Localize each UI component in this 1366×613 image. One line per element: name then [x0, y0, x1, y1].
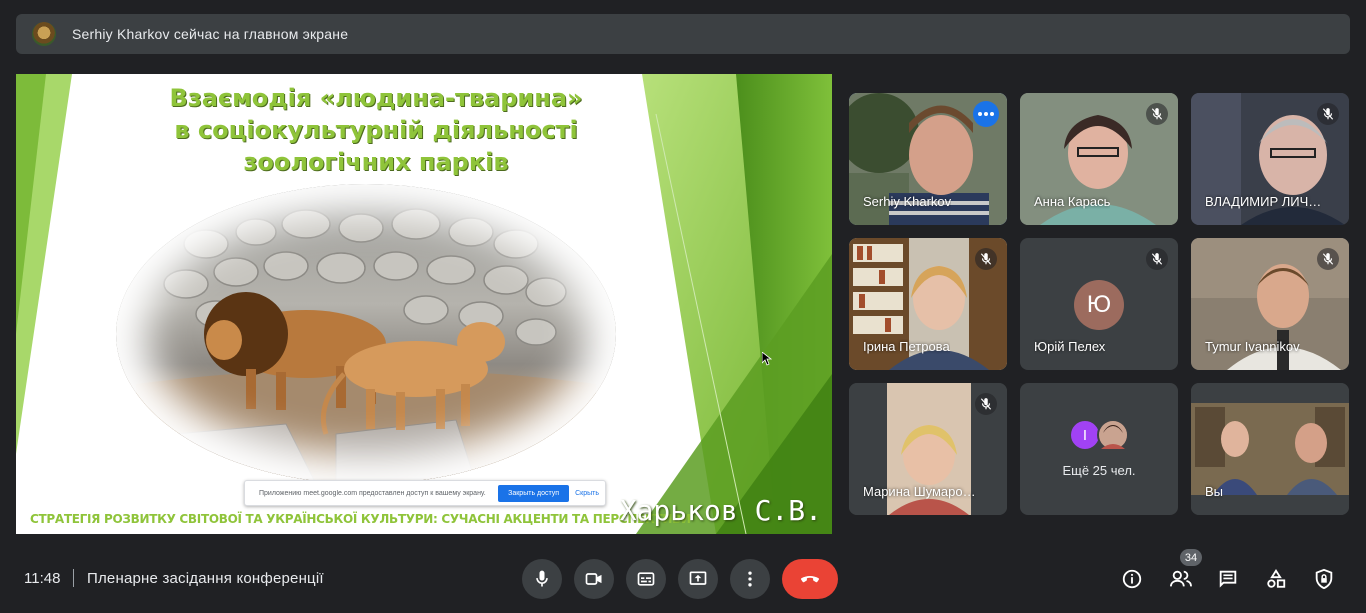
slide-author: Харьков С.В.	[619, 494, 822, 527]
people-count-badge: 34	[1180, 549, 1202, 566]
screen-share-notice: Приложению meet.google.com предоставлен …	[244, 480, 606, 506]
lions-photo	[116, 184, 616, 484]
slide-title-line-2: в соціокультурній діяльності	[174, 116, 578, 144]
chat-icon	[1219, 570, 1237, 588]
participant-name: Serhiy Kharkov	[863, 194, 952, 209]
participant-tile-maryna[interactable]: Марина Шумаро…	[849, 383, 1007, 515]
bottom-toolbar: 11:48 Пленарне засідання конференції 34	[0, 544, 1366, 613]
end-call-button[interactable]	[782, 559, 838, 599]
participant-avatar: Ю	[1074, 280, 1124, 330]
more-options-button[interactable]	[730, 559, 770, 599]
present-screen-button[interactable]	[678, 559, 718, 599]
meeting-title: Пленарне засідання конференції	[87, 570, 324, 587]
microphone-icon	[536, 570, 548, 587]
mic-off-icon	[1317, 103, 1339, 125]
self-view-tile[interactable]: Вы	[1191, 383, 1349, 515]
participant-name: Ірина Петрова	[863, 339, 950, 354]
participant-name: Юрій Пелех	[1034, 339, 1106, 354]
participant-name: Марина Шумаро…	[863, 484, 976, 499]
activities-icon	[1267, 569, 1286, 588]
presenting-banner: Serhiy Kharkov сейчас на главном экране	[16, 14, 1350, 54]
mouse-cursor-icon	[762, 352, 772, 366]
present-screen-icon	[689, 571, 707, 585]
more-vert-icon	[748, 571, 752, 587]
shield-lock-icon	[1315, 568, 1333, 590]
participant-name: Вы	[1205, 484, 1224, 499]
captions-icon	[637, 572, 655, 586]
more-options-icon[interactable]	[973, 101, 999, 127]
banner-text: Serhiy Kharkov сейчас на главном экране	[72, 26, 349, 42]
people-button[interactable]	[1166, 564, 1196, 594]
camera-icon	[585, 573, 602, 585]
host-controls-button[interactable]	[1309, 564, 1339, 594]
zoo-logo-icon	[32, 22, 56, 46]
participant-tile-serhiy[interactable]: Serhiy Kharkov	[849, 93, 1007, 225]
mic-off-icon	[975, 393, 997, 415]
participant-name: Анна Карась	[1034, 194, 1111, 209]
clock: 11:48	[24, 570, 61, 587]
captions-button[interactable]	[626, 559, 666, 599]
slide-title: Взаємодія «людина-тварина» в соціокульту…	[76, 82, 676, 178]
more-participants-avatars: I	[1020, 419, 1178, 451]
mic-off-icon	[975, 248, 997, 270]
participant-tile-anna[interactable]: Анна Карась	[1020, 93, 1178, 225]
hide-notice-link[interactable]: Скрыть	[575, 490, 599, 497]
mic-off-icon	[1146, 103, 1168, 125]
presentation-screen[interactable]: Взаємодія «людина-тварина» в соціокульту…	[16, 74, 832, 534]
participant-name: Tymur Ivannikov	[1205, 339, 1300, 354]
more-participants-count: Ещё 25 чел.	[1062, 463, 1136, 478]
participant-name: ВЛАДИМИР ЛИЧ…	[1205, 194, 1322, 209]
people-icon	[1170, 570, 1192, 587]
participant-tile-iryna[interactable]: Ірина Петрова	[849, 238, 1007, 370]
screen-share-notice-text: Приложению meet.google.com предоставлен …	[259, 489, 486, 497]
mic-off-icon	[1317, 248, 1339, 270]
activities-button[interactable]	[1261, 564, 1291, 594]
slide-footer: СТРАТЕГІЯ РОЗВИТКУ СВІТОВОЇ ТА УКРАЇНСЬК…	[30, 512, 691, 526]
meet-window: Serhiy Kharkov сейчас на главном экране	[0, 0, 1366, 613]
meeting-details-button[interactable]	[1117, 564, 1147, 594]
stop-sharing-button[interactable]: Закрыть доступ	[498, 484, 570, 502]
divider	[73, 569, 74, 587]
participant-tile-yuriy[interactable]: Ю Юрій Пелех	[1020, 238, 1178, 370]
hang-up-icon	[801, 576, 819, 583]
slide-title-line-3: зоологічних парків	[243, 148, 509, 176]
participant-tile-vladimir[interactable]: ВЛАДИМИР ЛИЧ…	[1191, 93, 1349, 225]
camera-button[interactable]	[574, 559, 614, 599]
mic-off-icon	[1146, 248, 1168, 270]
participant-tile-tymur[interactable]: Tymur Ivannikov	[1191, 238, 1349, 370]
slide-title-line-1: Взаємодія «людина-тварина»	[169, 84, 583, 112]
more-participants-tile[interactable]: I Ещё 25 чел.	[1020, 383, 1178, 515]
info-icon	[1122, 569, 1142, 589]
chat-button[interactable]	[1213, 564, 1243, 594]
participant-avatar-photo	[1097, 419, 1129, 451]
microphone-button[interactable]	[522, 559, 562, 599]
